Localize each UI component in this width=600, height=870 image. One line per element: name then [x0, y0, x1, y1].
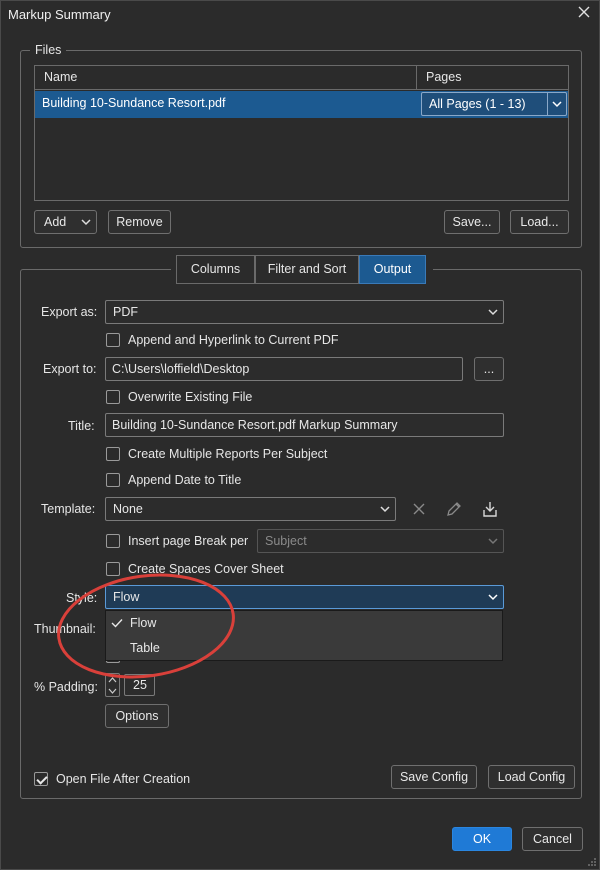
title-label: Title:: [68, 419, 95, 433]
insert-page-break-label[interactable]: Insert page Break per: [128, 534, 248, 548]
export-as-select[interactable]: PDF: [105, 300, 504, 324]
remove-button[interactable]: Remove: [108, 210, 171, 234]
template-value: None: [113, 502, 143, 516]
export-to-label: Export to:: [43, 362, 97, 376]
import-template-icon[interactable]: [479, 498, 501, 520]
open-after-checkbox[interactable]: [34, 772, 48, 786]
chevron-down-icon: [488, 309, 498, 316]
export-to-field[interactable]: C:\Users\loffield\Desktop: [105, 357, 463, 381]
export-as-value: PDF: [113, 305, 138, 319]
add-dropdown-button[interactable]: Add: [34, 210, 97, 234]
append-date-checkbox[interactable]: [106, 473, 120, 487]
template-select[interactable]: None: [105, 497, 396, 521]
export-as-label: Export as:: [41, 305, 98, 319]
overwrite-checkbox[interactable]: [106, 390, 120, 404]
open-after-label[interactable]: Open File After Creation: [56, 772, 190, 786]
markup-summary-dialog: Markup Summary Files Name Pages Building…: [0, 0, 600, 870]
tab-columns[interactable]: Columns: [176, 255, 255, 284]
add-label: Add: [44, 215, 67, 229]
resize-grip-icon[interactable]: [587, 857, 597, 867]
page-break-value: Subject: [265, 534, 307, 548]
chevron-down-icon: [552, 101, 562, 108]
title-bar: Markup Summary: [1, 1, 600, 29]
chevron-down-icon[interactable]: [107, 686, 118, 696]
append-hyperlink-checkbox[interactable]: [106, 333, 120, 347]
multiple-reports-checkbox[interactable]: [106, 447, 120, 461]
load-files-button[interactable]: Load...: [510, 210, 569, 234]
select-divider: [547, 93, 548, 115]
append-date-label[interactable]: Append Date to Title: [128, 473, 241, 487]
chevron-down-icon: [380, 506, 390, 513]
files-legend: Files: [30, 43, 67, 57]
options-button[interactable]: Options: [105, 704, 169, 728]
save-config-button[interactable]: Save Config: [391, 765, 477, 789]
pages-select-value: All Pages (1 - 13): [429, 97, 526, 111]
table-row[interactable]: Building 10-Sundance Resort.pdf All Page…: [35, 91, 568, 118]
save-files-button[interactable]: Save...: [444, 210, 500, 234]
file-name-cell: Building 10-Sundance Resort.pdf: [42, 96, 226, 110]
close-icon[interactable]: [575, 5, 593, 23]
chevron-down-icon: [488, 594, 498, 601]
page-break-select[interactable]: Subject: [257, 529, 504, 553]
chevron-down-icon: [488, 538, 498, 545]
cancel-button[interactable]: Cancel: [522, 827, 583, 851]
annotation-circle: [57, 573, 235, 679]
files-table: Name Pages Building 10-Sundance Resort.p…: [34, 65, 569, 201]
append-hyperlink-label[interactable]: Append and Hyperlink to Current PDF: [128, 333, 339, 347]
load-config-button[interactable]: Load Config: [488, 765, 575, 789]
edit-template-icon[interactable]: [443, 498, 465, 520]
template-label: Template:: [41, 502, 96, 516]
insert-page-break-checkbox[interactable]: [106, 534, 120, 548]
tab-output[interactable]: Output: [359, 255, 426, 284]
overwrite-label[interactable]: Overwrite Existing File: [128, 390, 252, 404]
column-header-pages[interactable]: Pages: [417, 66, 568, 90]
column-header-name[interactable]: Name: [35, 66, 417, 90]
chevron-down-icon: [81, 219, 91, 226]
clear-template-icon[interactable]: [408, 498, 430, 520]
title-field[interactable]: Building 10-Sundance Resort.pdf Markup S…: [105, 413, 504, 437]
multiple-reports-label[interactable]: Create Multiple Reports Per Subject: [128, 447, 327, 461]
pages-select[interactable]: All Pages (1 - 13): [421, 92, 567, 116]
browse-button[interactable]: ...: [474, 357, 504, 381]
window-title: Markup Summary: [8, 7, 111, 22]
tab-filter-and-sort[interactable]: Filter and Sort: [255, 255, 359, 284]
ok-button[interactable]: OK: [452, 827, 512, 851]
